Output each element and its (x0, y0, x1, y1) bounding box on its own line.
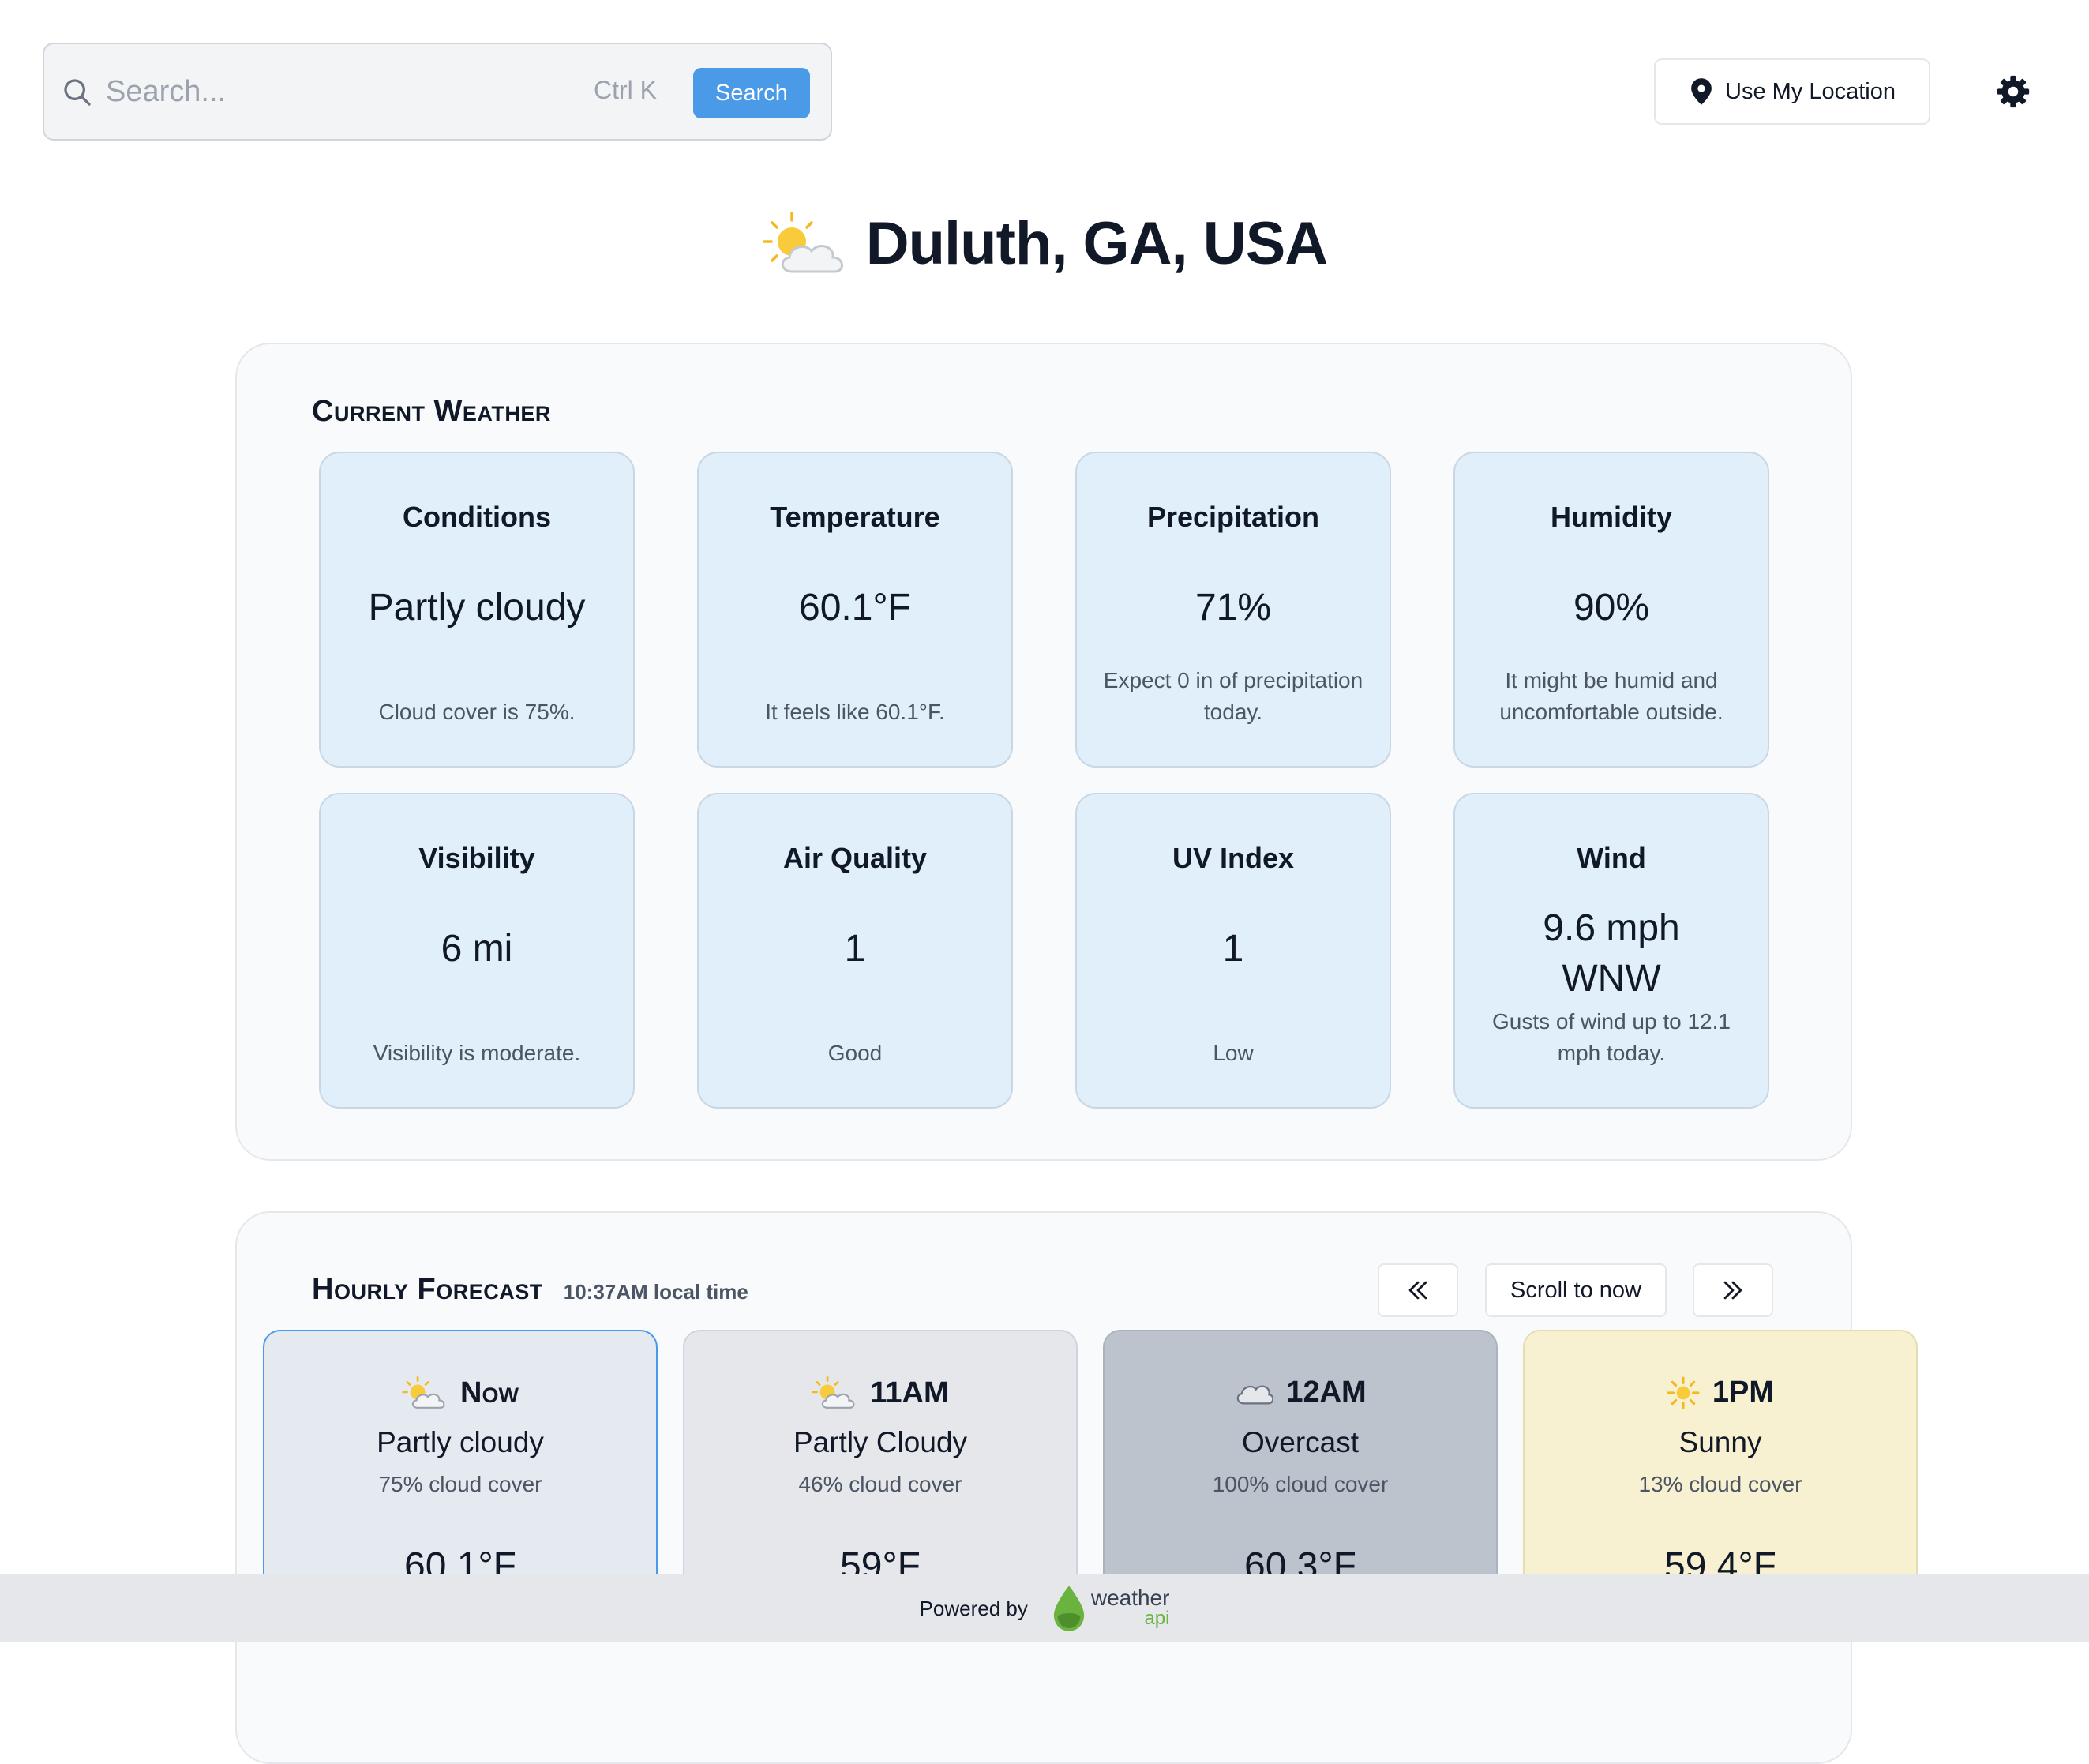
card-note: Low (1213, 1041, 1254, 1065)
hour-cloud-cover: 13% cloud cover (1638, 1472, 1802, 1496)
card-note: Cloud cover is 75%. (378, 700, 576, 724)
hour-header: 11AM (684, 1376, 1076, 1410)
search-button[interactable]: Search (693, 68, 810, 118)
card-value: 71% (1195, 587, 1272, 629)
wind-direction: WNW (1562, 958, 1661, 1000)
chevrons-right-icon (1723, 1281, 1742, 1300)
card-note: Visibility is moderate. (373, 1041, 581, 1065)
water-drop-icon (1053, 1586, 1084, 1631)
logo-sub: api (1144, 1608, 1170, 1629)
hour-time: 12AM (1286, 1376, 1367, 1409)
card-note: It feels like 60.1°F. (765, 700, 945, 724)
card-label: Precipitation (1146, 501, 1320, 533)
card-note: Expect 0 in of precipitation today. (1103, 668, 1363, 724)
card-label: Visibility (418, 842, 535, 874)
footer: Powered by weather api (0, 1574, 2089, 1642)
hour-time: 1PM (1712, 1376, 1775, 1409)
visibility-card: Visibility 6 mi Visibility is moderate. (319, 793, 635, 1109)
card-value: 60.1°F (799, 587, 911, 629)
logo-text: weather api (1090, 1586, 1170, 1629)
weatherapi-logo[interactable]: weather api (1050, 1584, 1170, 1633)
hour-cloud-cover: 100% cloud cover (1212, 1472, 1389, 1496)
use-my-location-label: Use My Location (1725, 78, 1896, 104)
temperature-card: Temperature 60.1°F It feels like 60.1°F. (697, 452, 1013, 768)
card-note: Gusts of wind up to 12.1 mph today. (1492, 1009, 1731, 1065)
partly-cloudy-icon (762, 212, 843, 273)
search-icon (64, 79, 91, 106)
chevrons-left-icon (1408, 1281, 1427, 1300)
hour-condition: Overcast (1241, 1426, 1360, 1458)
card-value: 1 (1222, 928, 1244, 970)
powered-by-label: Powered by (919, 1596, 1028, 1620)
hour-header: 12AM (1105, 1376, 1496, 1409)
card-label: Conditions (403, 501, 551, 533)
hourly-forecast-header: Hourly Forecast 10:37AM local time (312, 1273, 748, 1307)
location-header: Duluth, GA, USA (0, 196, 2089, 291)
card-value: 90% (1573, 587, 1650, 629)
card-value: 9.6 mph WNW (1455, 903, 1768, 1004)
precipitation-card: Precipitation 71% Expect 0 in of precipi… (1075, 452, 1391, 768)
scroll-right-button[interactable] (1693, 1263, 1773, 1317)
hour-cloud-cover: 75% cloud cover (378, 1472, 542, 1496)
hour-condition: Partly Cloudy (793, 1426, 968, 1458)
hour-condition: Sunny (1678, 1426, 1762, 1458)
page-title: Duluth, GA, USA (865, 209, 1329, 277)
card-label: Air Quality (782, 842, 928, 874)
hour-time: 11AM (870, 1376, 949, 1409)
wind-speed: 9.6 mph (1543, 907, 1680, 949)
card-note: It might be humid and uncomfortable outs… (1499, 668, 1723, 724)
card-label: Wind (1577, 842, 1646, 874)
hour-condition: Partly cloudy (377, 1426, 544, 1458)
partly-cloudy-icon (402, 1376, 445, 1409)
search-input[interactable] (104, 66, 562, 117)
card-note: Good (827, 1041, 883, 1065)
hour-header: Now (264, 1376, 656, 1410)
hour-time: Now (460, 1376, 519, 1409)
current-weather-heading: Current Weather (312, 395, 551, 428)
humidity-card: Humidity 90% It might be humid and uncom… (1453, 452, 1769, 768)
partly-cloudy-icon (812, 1376, 855, 1409)
air-quality-card: Air Quality 1 Good (697, 793, 1013, 1109)
sun-icon (1667, 1376, 1700, 1409)
logo-word: weather (1090, 1586, 1170, 1610)
use-my-location-button[interactable]: Use My Location (1654, 58, 1930, 125)
hourly-forecast-heading: Hourly Forecast (312, 1273, 543, 1306)
gear-icon[interactable] (1996, 74, 2031, 109)
hour-header: 1PM (1525, 1376, 1916, 1409)
card-label: Temperature (770, 501, 940, 533)
card-value: 6 mi (441, 928, 513, 970)
card-value: 1 (844, 928, 866, 970)
scroll-to-now-button[interactable]: Scroll to now (1485, 1263, 1667, 1317)
conditions-card: Conditions Partly cloudy Cloud cover is … (319, 452, 635, 768)
uv-index-card: UV Index 1 Low (1075, 793, 1391, 1109)
card-value: Partly cloudy (368, 587, 586, 629)
local-time: 10:37AM local time (563, 1280, 748, 1304)
card-label: Humidity (1550, 501, 1672, 533)
cloud-icon (1237, 1385, 1274, 1404)
map-pin-icon (1691, 78, 1712, 105)
keyboard-shortcut-hint: Ctrl K (594, 76, 657, 104)
card-label: UV Index (1172, 842, 1295, 874)
scroll-left-button[interactable] (1378, 1263, 1458, 1317)
hour-cloud-cover: 46% cloud cover (798, 1472, 962, 1496)
wind-card: Wind 9.6 mph WNW Gusts of wind up to 12.… (1453, 793, 1769, 1109)
